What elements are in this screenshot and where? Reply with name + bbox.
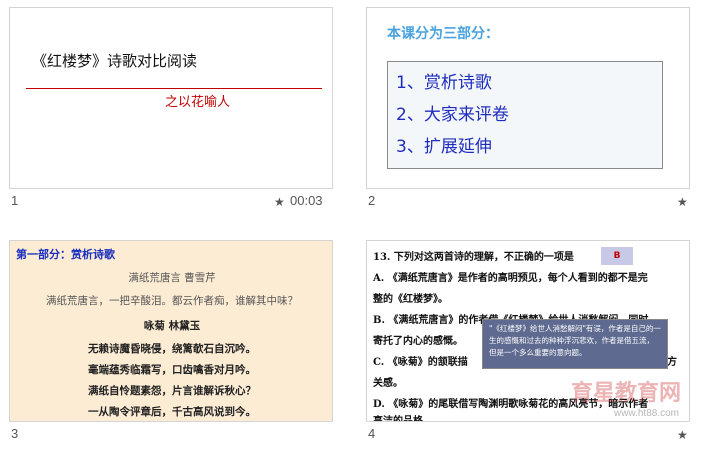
option-c-cont: 关感。 bbox=[373, 378, 403, 389]
slide-number-3: 3 bbox=[11, 426, 19, 441]
slide-thumbnail-4[interactable]: 13. 下列对这两首诗的理解，不正确的一项是 B A. 《满纸荒唐言》是作者的高… bbox=[366, 240, 690, 422]
slide-number-1: 1 bbox=[11, 193, 19, 208]
slide-thumbnail-2[interactable]: 本课分为三部分： 1、赏析诗歌 2、大家来评卷 3、扩展延伸 bbox=[366, 7, 690, 189]
option-a: A. 《满纸荒唐言》是作者的高明预见，每个人看到的都不是完 bbox=[373, 273, 648, 284]
answer-badge: B bbox=[601, 247, 633, 265]
option-c: C. 《咏菊》的颔联描 bbox=[373, 357, 468, 368]
slide-number-2: 2 bbox=[368, 193, 376, 208]
agenda-item-2: 2、大家来评卷 bbox=[396, 105, 509, 125]
option-b-cont: 寄托了内心的感慨。 bbox=[373, 336, 463, 347]
slide-number-4: 4 bbox=[368, 426, 376, 441]
slide-thumbnail-3[interactable]: 第一部分：赏析诗歌 满纸荒唐言 曹雪芹 满纸荒唐言，一把辛酸泪。都云作者痴，谁解… bbox=[9, 240, 333, 422]
slide-subtitle: 之以花喻人 bbox=[165, 95, 231, 110]
poem-line: 满纸自怜题素怨，片言谁解诉秋心？ bbox=[88, 385, 256, 397]
animation-star-icon[interactable]: ★ bbox=[677, 428, 688, 442]
agenda-item-1: 1、赏析诗歌 bbox=[396, 73, 492, 93]
poem-line: 毫端蕴秀临霜写，口齿噙香对月吟。 bbox=[88, 364, 256, 376]
watermark-url: www.ht88.com bbox=[613, 408, 679, 419]
slide-title: 《红楼梦》诗歌对比阅读 bbox=[32, 52, 198, 70]
poem-line: 无赖诗魔昏晓侵，绕篱欹石自沉吟。 bbox=[88, 343, 256, 355]
explanation-note: "《红楼梦》给世人消愁解闷"有误，作者是自己的一生的感慨和过去的种种浮沉悲欢，作… bbox=[482, 319, 668, 369]
agenda-box: 1、赏析诗歌 2、大家来评卷 3、扩展延伸 bbox=[387, 61, 663, 169]
title-divider bbox=[26, 88, 322, 89]
animation-star-icon[interactable]: ★ bbox=[677, 195, 688, 209]
poem-line: 一从陶令评章后，千古高风说到今。 bbox=[88, 406, 256, 418]
option-a-cont: 整的《红楼梦》。 bbox=[373, 294, 448, 305]
slide-timing-1: 00:03 bbox=[290, 193, 323, 208]
watermark-logo: 育星教育网 bbox=[570, 381, 681, 406]
slide-heading: 本课分为三部分： bbox=[387, 26, 499, 42]
slide-heading: 第一部分：赏析诗歌 bbox=[16, 248, 115, 261]
poem-title-1: 满纸荒唐言 曹雪芹 bbox=[128, 272, 216, 284]
question-stem: 13. 下列对这两首诗的理解，不正确的一项是 bbox=[373, 252, 574, 263]
option-d-cont: 高洁的品格。 bbox=[373, 416, 433, 422]
slide-thumbnail-1[interactable]: 《红楼梦》诗歌对比阅读 之以花喻人 bbox=[9, 7, 333, 189]
poem-text-1: 满纸荒唐言，一把辛酸泪。都云作者痴，谁解其中味？ bbox=[46, 295, 298, 307]
animation-star-icon[interactable]: ★ bbox=[274, 195, 285, 209]
agenda-item-3: 3、扩展延伸 bbox=[396, 137, 492, 157]
poem-title-2: 咏菊 林黛玉 bbox=[143, 320, 201, 332]
option-c-tail: 方 bbox=[667, 357, 677, 368]
